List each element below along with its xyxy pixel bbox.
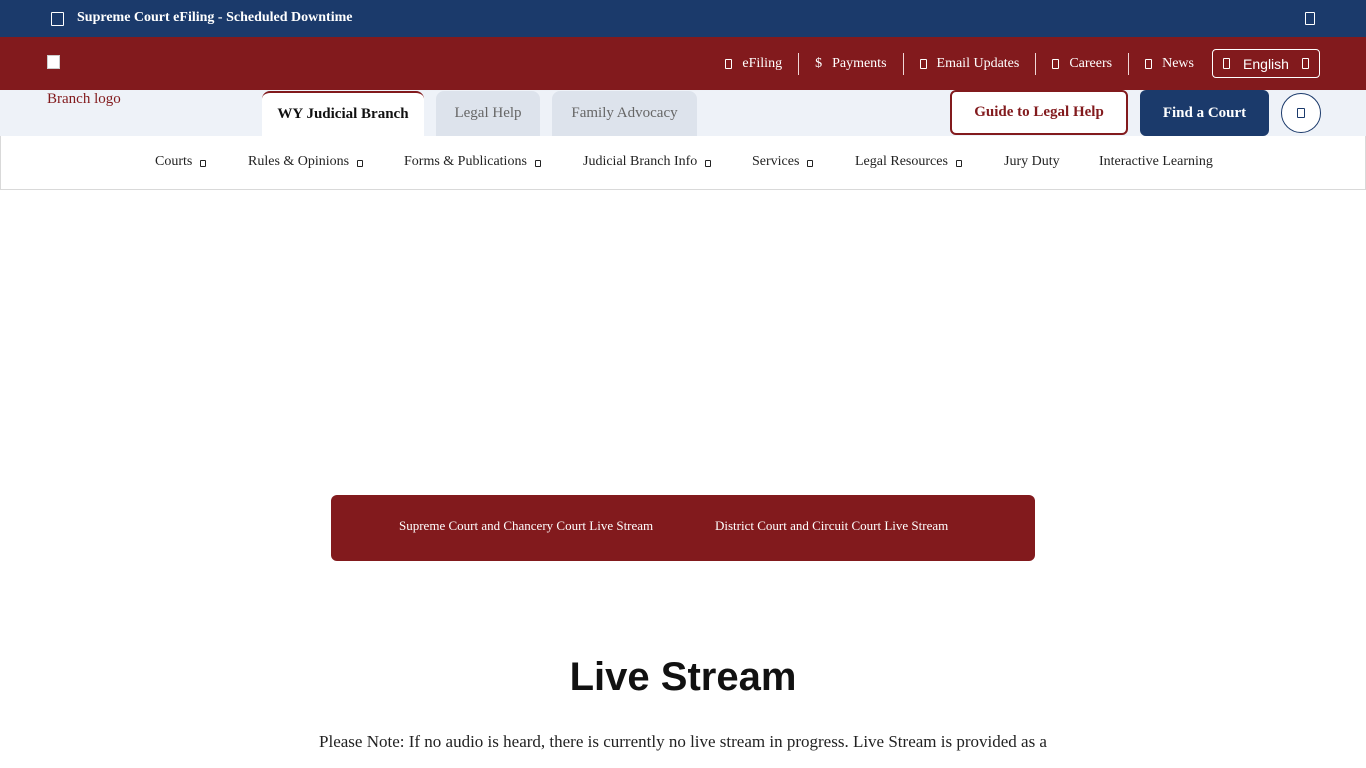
nav-item-label: Judicial Branch Info: [583, 154, 698, 169]
branch-logo[interactable]: [47, 55, 63, 71]
chevron-down-icon: [357, 160, 364, 167]
chevron-down-icon: [1301, 58, 1309, 69]
nav-item-label: Legal Resources: [855, 154, 948, 169]
chevron-down-icon: [705, 160, 712, 167]
page-title: Live Stream: [569, 655, 797, 699]
nav-item-jury-duty[interactable]: Jury Duty: [1004, 154, 1060, 170]
nav-item-interactive-learning[interactable]: Interactive Learning: [1099, 154, 1213, 170]
nav-item-judicial-branch-info[interactable]: Judicial Branch Info: [583, 154, 712, 170]
utility-link-email-updates[interactable]: Email Updates: [902, 52, 1036, 75]
language-label: English: [1243, 55, 1289, 72]
briefcase-icon: [1052, 58, 1060, 69]
checkbox-icon[interactable]: [51, 12, 64, 26]
dollar-icon: $: [815, 55, 823, 71]
nav-item-courts[interactable]: Courts: [155, 154, 207, 170]
hero-banner: [0, 190, 1366, 495]
supreme-court-stream-link[interactable]: Supreme Court and Chancery Court Live St…: [399, 518, 653, 534]
globe-icon: [1223, 58, 1230, 69]
tab-legal-help[interactable]: Legal Help: [436, 91, 540, 136]
chevron-down-icon: [807, 160, 814, 167]
utility-nav: eFiling $ Payments Email Updates Careers…: [709, 49, 1320, 78]
envelope-icon: [919, 58, 927, 69]
utility-link-payments[interactable]: $ Payments: [798, 52, 902, 75]
chevron-down-icon: [200, 160, 207, 167]
nav-item-label: Rules & Opinions: [248, 154, 350, 169]
logo-alt-text[interactable]: Branch logo: [47, 91, 121, 108]
tab-family-advocacy[interactable]: Family Advocacy: [552, 91, 697, 136]
nav-item-label: Services: [752, 154, 800, 169]
utility-link-news[interactable]: News: [1128, 52, 1210, 75]
utility-link-label: Payments: [832, 55, 887, 71]
newspaper-icon: [1145, 58, 1153, 69]
live-stream-note: Please Note: If no audio is heard, there…: [319, 732, 1047, 751]
search-button[interactable]: [1281, 93, 1321, 133]
chevron-down-icon: [955, 160, 962, 167]
utility-link-careers[interactable]: Careers: [1035, 52, 1128, 75]
guide-to-legal-help-button[interactable]: Guide to Legal Help: [950, 90, 1128, 135]
site-bar: Branch logo WY Judicial Branch Legal Hel…: [0, 90, 1366, 136]
main-nav: Courts Rules & Opinions Forms & Publicat…: [0, 136, 1366, 190]
nav-item-rules-opinions[interactable]: Rules & Opinions: [248, 154, 364, 170]
search-icon: [1297, 108, 1305, 118]
language-selector[interactable]: English: [1212, 49, 1320, 78]
chevron-down-icon: [534, 160, 541, 167]
tab-wy-judicial-branch[interactable]: WY Judicial Branch: [262, 91, 424, 136]
nav-item-label: Courts: [155, 154, 193, 169]
district-court-stream-link[interactable]: District Court and Circuit Court Live St…: [715, 518, 948, 534]
close-icon[interactable]: [1305, 12, 1315, 25]
utility-link-efiling[interactable]: eFiling: [709, 53, 798, 75]
alert-text[interactable]: Supreme Court eFiling - Scheduled Downti…: [77, 10, 352, 26]
utility-link-label: eFiling: [742, 55, 783, 71]
utility-link-label: News: [1162, 55, 1194, 71]
nav-item-forms-publications[interactable]: Forms & Publications: [404, 154, 541, 170]
utility-bar: eFiling $ Payments Email Updates Careers…: [0, 37, 1366, 90]
utility-link-label: Email Updates: [936, 55, 1020, 71]
broken-image-icon: [47, 55, 60, 69]
nav-item-label: Jury Duty: [1004, 154, 1060, 169]
nav-item-label: Interactive Learning: [1099, 154, 1213, 169]
nav-item-legal-resources[interactable]: Legal Resources: [855, 154, 962, 170]
nav-item-services[interactable]: Services: [752, 154, 814, 170]
nav-item-label: Forms & Publications: [404, 154, 527, 169]
alert-bar: Supreme Court eFiling - Scheduled Downti…: [0, 0, 1366, 37]
live-stream-bar: Supreme Court and Chancery Court Live St…: [331, 495, 1035, 561]
file-icon: [725, 58, 733, 69]
find-a-court-button[interactable]: Find a Court: [1140, 90, 1269, 136]
utility-link-label: Careers: [1069, 55, 1113, 71]
